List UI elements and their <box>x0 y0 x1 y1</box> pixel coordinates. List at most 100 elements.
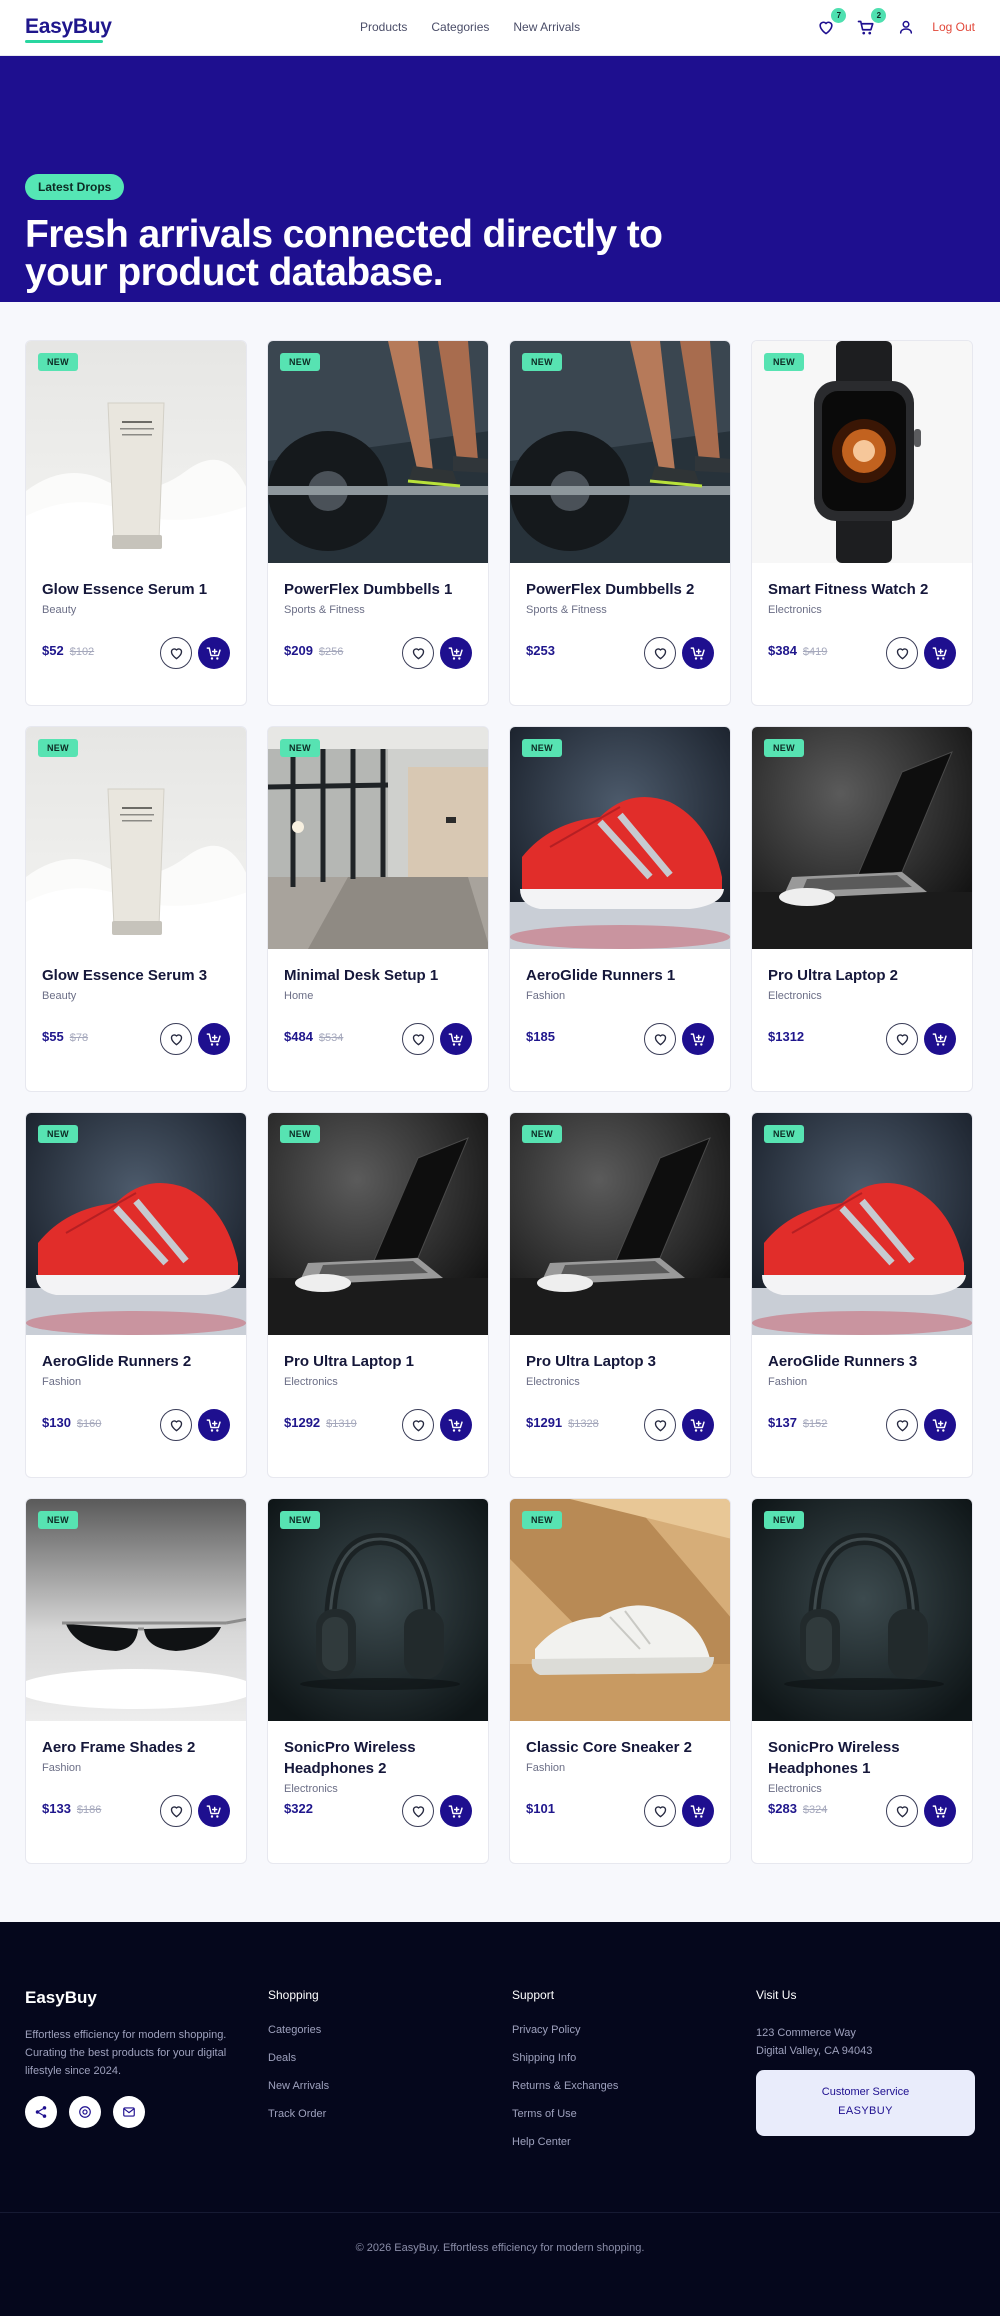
product-image[interactable]: NEW <box>26 1499 246 1721</box>
product-name[interactable]: Pro Ultra Laptop 2 <box>768 965 956 986</box>
add-to-wishlist-button[interactable] <box>886 1795 918 1827</box>
add-to-wishlist-button[interactable] <box>644 1795 676 1827</box>
product-name[interactable]: Classic Core Sneaker 2 <box>526 1737 714 1758</box>
product-name[interactable]: AeroGlide Runners 3 <box>768 1351 956 1372</box>
add-to-cart-button[interactable] <box>440 1023 472 1055</box>
nav-products[interactable]: Products <box>360 20 407 34</box>
add-to-wishlist-button[interactable] <box>402 637 434 669</box>
add-to-wishlist-button[interactable] <box>402 1409 434 1441</box>
product-image[interactable]: NEW <box>26 727 246 949</box>
add-to-wishlist-button[interactable] <box>886 637 918 669</box>
footer-link-terms[interactable]: Terms of Use <box>512 2108 618 2120</box>
email-button[interactable] <box>113 2096 145 2128</box>
product-name[interactable]: PowerFlex Dumbbells 1 <box>284 579 472 600</box>
add-to-wishlist-button[interactable] <box>644 637 676 669</box>
wishlist-button[interactable]: 7 <box>814 8 847 40</box>
add-to-cart-button[interactable] <box>198 1795 230 1827</box>
product-card[interactable]: NEW Pro Ultra Laptop 2 Electronics $1312 <box>751 726 973 1092</box>
footer-link-returns[interactable]: Returns & Exchanges <box>512 2080 618 2092</box>
account-button[interactable] <box>894 14 918 40</box>
product-name[interactable]: Smart Fitness Watch 2 <box>768 579 956 600</box>
product-card[interactable]: NEW Minimal Desk Setup 1 Home $484 $534 <box>267 726 489 1092</box>
nav-categories[interactable]: Categories <box>431 20 489 34</box>
product-name[interactable]: Aero Frame Shades 2 <box>42 1737 230 1758</box>
product-name[interactable]: Glow Essence Serum 1 <box>42 579 230 600</box>
footer-link-new-arrivals[interactable]: New Arrivals <box>268 2080 329 2092</box>
footer-link-deals[interactable]: Deals <box>268 2052 329 2064</box>
product-image[interactable]: NEW <box>26 341 246 563</box>
footer-logo[interactable]: EasyBuy <box>25 1988 97 2008</box>
product-image[interactable]: NEW <box>752 727 972 949</box>
product-image[interactable]: NEW <box>26 1113 246 1335</box>
product-image[interactable]: NEW <box>510 1499 730 1721</box>
add-to-wishlist-button[interactable] <box>886 1023 918 1055</box>
product-name[interactable]: AeroGlide Runners 2 <box>42 1351 230 1372</box>
product-card[interactable]: NEW SonicPro Wireless Headphones 2 Electro… <box>267 1498 489 1864</box>
product-name[interactable]: AeroGlide Runners 1 <box>526 965 714 986</box>
add-to-wishlist-button[interactable] <box>402 1795 434 1827</box>
add-to-cart-button[interactable] <box>440 1409 472 1441</box>
cart-button[interactable]: 2 <box>854 8 887 40</box>
add-to-wishlist-button[interactable] <box>160 637 192 669</box>
footer-link-privacy[interactable]: Privacy Policy <box>512 2024 618 2036</box>
instagram-button[interactable] <box>69 2096 101 2128</box>
product-card[interactable]: NEW Aero Frame Shades 2 Fashion $133 $186 <box>25 1498 247 1864</box>
product-card[interactable]: NEW PowerFlex Dumbbells 2 Sports & Fitness… <box>509 340 731 706</box>
product-image[interactable]: NEW <box>752 341 972 563</box>
product-name[interactable]: SonicPro Wireless Headphones 1 <box>768 1737 956 1779</box>
product-card[interactable]: NEW Smart Fitness Watch 2 Electronics $384 $… <box>751 340 973 706</box>
product-card[interactable]: NEW AeroGlide Runners 3 Fashion $137 $152 <box>751 1112 973 1478</box>
product-image[interactable]: NEW <box>268 1113 488 1335</box>
product-image[interactable]: NEW <box>268 341 488 563</box>
product-card[interactable]: NEW Pro Ultra Laptop 1 Electronics $1292 $13… <box>267 1112 489 1478</box>
add-to-wishlist-button[interactable] <box>160 1409 192 1441</box>
product-image[interactable]: NEW <box>268 1499 488 1721</box>
product-image[interactable]: NEW <box>752 1113 972 1335</box>
add-to-cart-button[interactable] <box>198 637 230 669</box>
product-name[interactable]: Glow Essence Serum 3 <box>42 965 230 986</box>
product-card[interactable]: NEW Glow Essence Serum 1 Beauty $52 $102 <box>25 340 247 706</box>
product-card[interactable]: NEW Classic Core Sneaker 2 Fashion $101 <box>509 1498 731 1864</box>
add-to-wishlist-button[interactable] <box>160 1023 192 1055</box>
add-to-wishlist-button[interactable] <box>644 1023 676 1055</box>
add-to-cart-button[interactable] <box>682 637 714 669</box>
add-to-cart-button[interactable] <box>198 1023 230 1055</box>
product-image[interactable]: NEW <box>510 727 730 949</box>
logout-button[interactable]: Log Out <box>932 20 975 34</box>
product-image[interactable]: NEW <box>752 1499 972 1721</box>
product-name[interactable]: Pro Ultra Laptop 3 <box>526 1351 714 1372</box>
add-to-cart-button[interactable] <box>198 1409 230 1441</box>
product-image[interactable]: NEW <box>510 341 730 563</box>
add-to-cart-button[interactable] <box>440 1795 472 1827</box>
product-card[interactable]: NEW Glow Essence Serum 3 Beauty $55 $78 <box>25 726 247 1092</box>
add-to-cart-button[interactable] <box>682 1795 714 1827</box>
product-image[interactable]: NEW <box>268 727 488 949</box>
footer-link-track-order[interactable]: Track Order <box>268 2108 329 2120</box>
footer-link-help[interactable]: Help Center <box>512 2136 618 2148</box>
product-name[interactable]: PowerFlex Dumbbells 2 <box>526 579 714 600</box>
add-to-cart-button[interactable] <box>924 637 956 669</box>
add-to-wishlist-button[interactable] <box>402 1023 434 1055</box>
add-to-cart-button[interactable] <box>924 1409 956 1441</box>
add-to-cart-button[interactable] <box>682 1409 714 1441</box>
share-button[interactable] <box>25 2096 57 2128</box>
add-to-wishlist-button[interactable] <box>886 1409 918 1441</box>
product-name[interactable]: Minimal Desk Setup 1 <box>284 965 472 986</box>
nav-new-arrivals[interactable]: New Arrivals <box>513 20 580 34</box>
footer-link-categories[interactable]: Categories <box>268 2024 329 2036</box>
product-card[interactable]: NEW SonicPro Wireless Headphones 1 Electro… <box>751 1498 973 1864</box>
product-card[interactable]: NEW Pro Ultra Laptop 3 Electronics $1291 $13… <box>509 1112 731 1478</box>
product-card[interactable]: NEW AeroGlide Runners 2 Fashion $130 $160 <box>25 1112 247 1478</box>
product-card[interactable]: NEW AeroGlide Runners 1 Fashion $185 <box>509 726 731 1092</box>
add-to-cart-button[interactable] <box>924 1023 956 1055</box>
add-to-cart-button[interactable] <box>682 1023 714 1055</box>
product-image[interactable]: NEW <box>510 1113 730 1335</box>
customer-service-box[interactable]: Customer Service EASYBUY <box>756 2070 975 2136</box>
logo[interactable]: EasyBuy <box>25 15 112 39</box>
add-to-cart-button[interactable] <box>924 1795 956 1827</box>
add-to-wishlist-button[interactable] <box>160 1795 192 1827</box>
add-to-cart-button[interactable] <box>440 637 472 669</box>
product-name[interactable]: Pro Ultra Laptop 1 <box>284 1351 472 1372</box>
footer-link-shipping[interactable]: Shipping Info <box>512 2052 618 2064</box>
product-name[interactable]: SonicPro Wireless Headphones 2 <box>284 1737 472 1779</box>
